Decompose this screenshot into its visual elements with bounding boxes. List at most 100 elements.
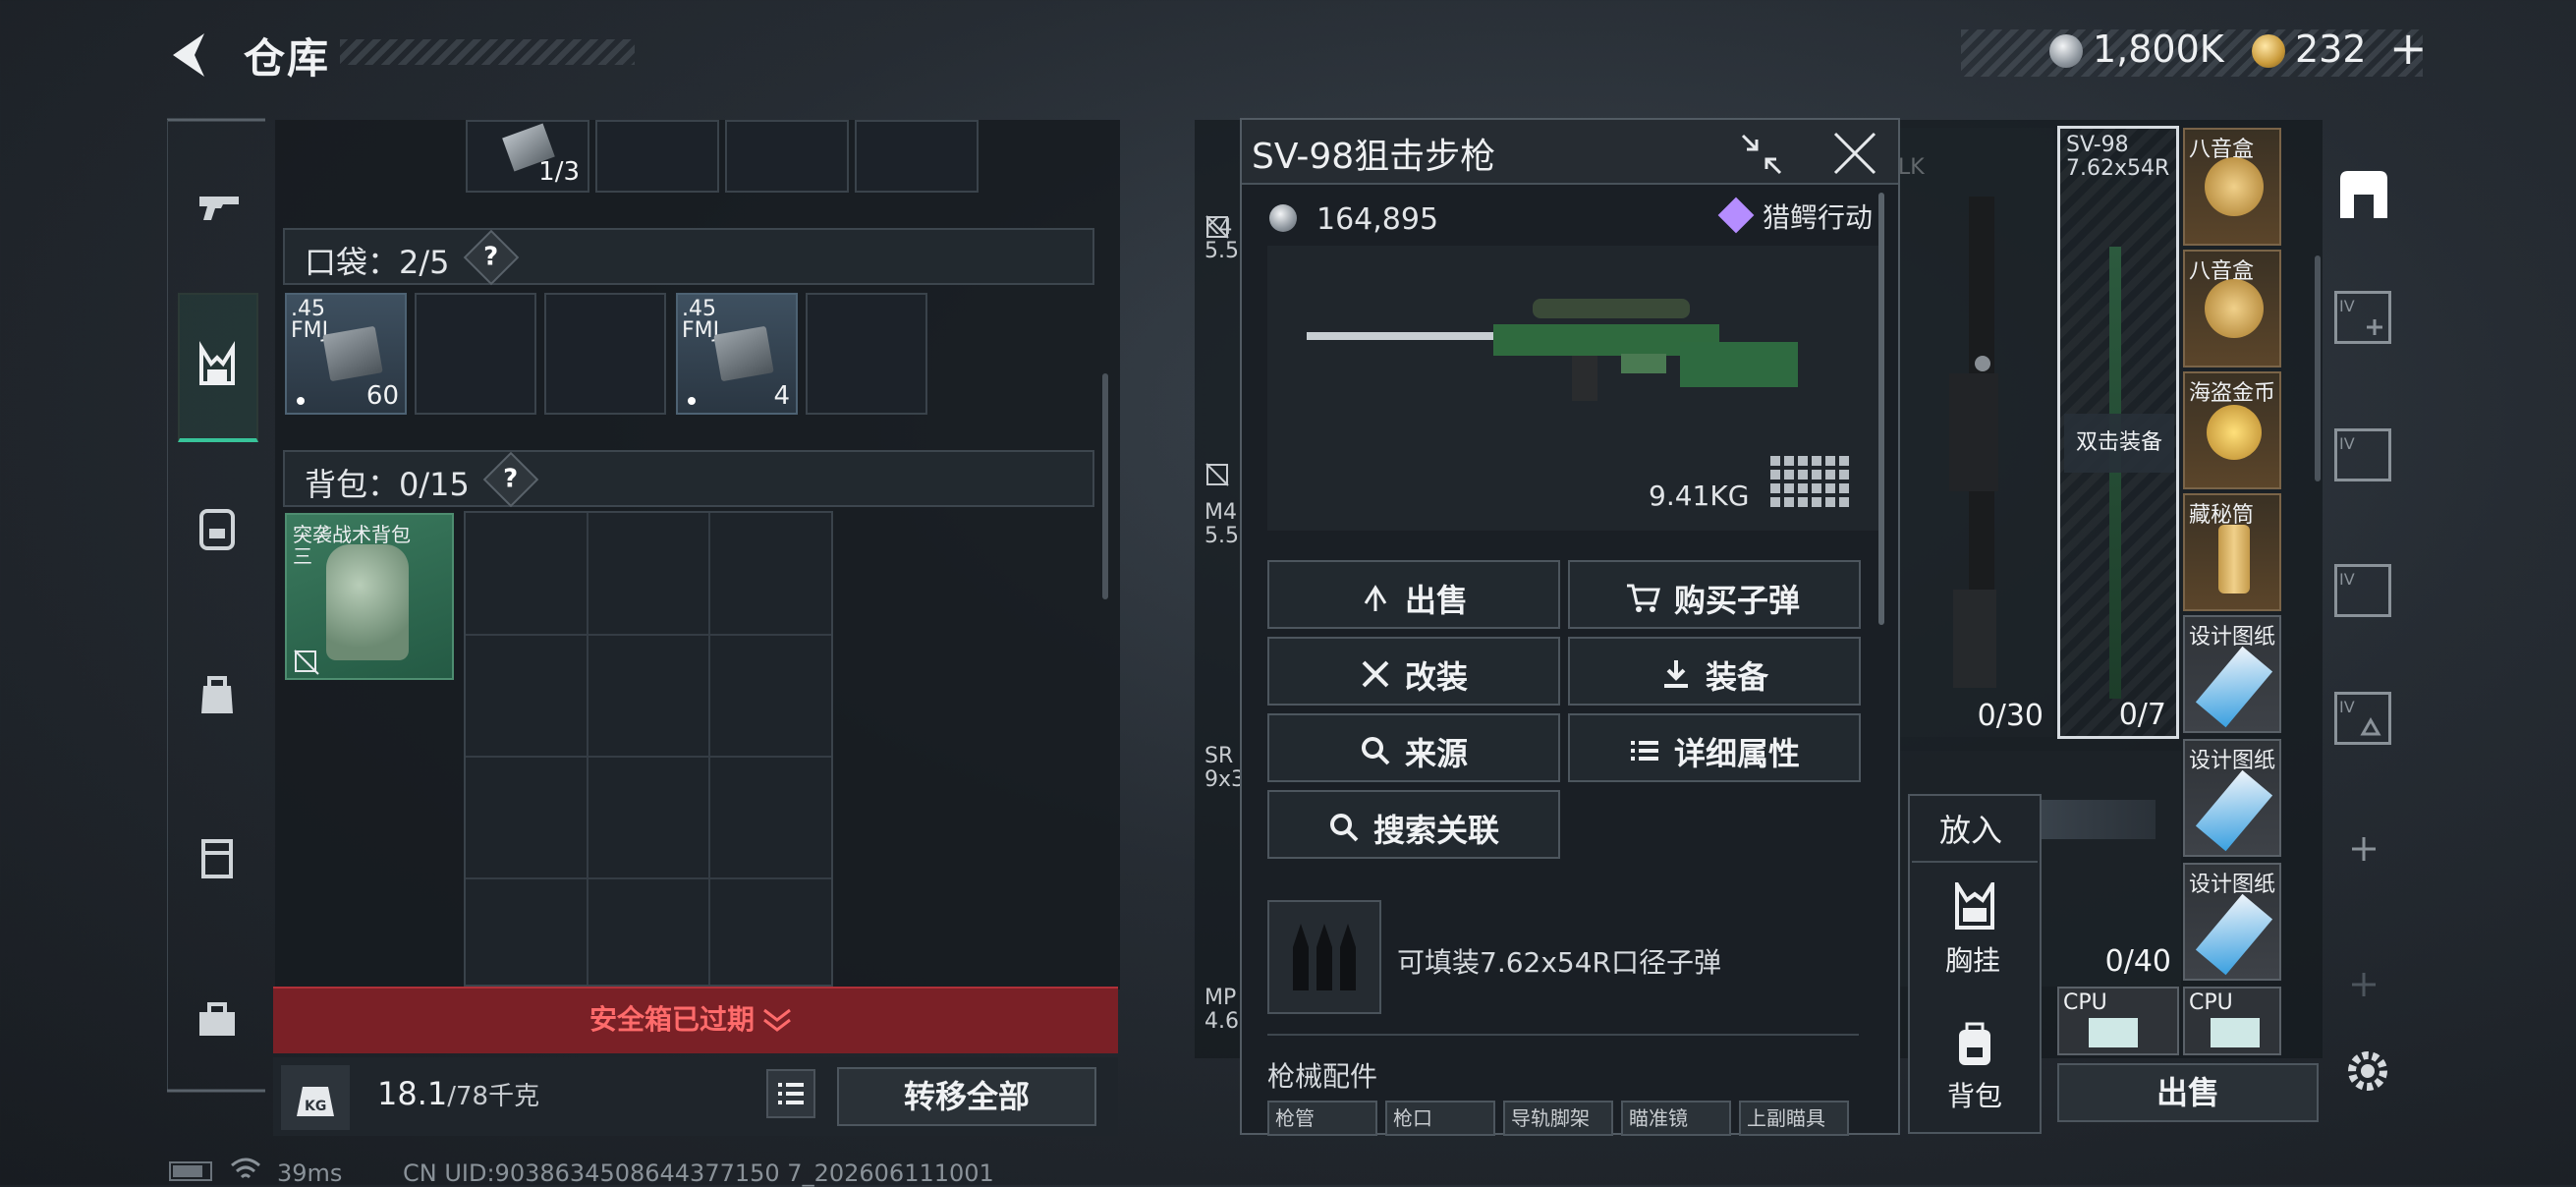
add-tab-icon[interactable] bbox=[2348, 969, 2380, 1000]
stash-tab-2[interactable]: IV bbox=[2334, 428, 2391, 481]
modify-label: 改装 bbox=[1405, 658, 1469, 696]
stash-home-icon[interactable] bbox=[2334, 165, 2393, 224]
put-in-divider bbox=[1912, 861, 2038, 863]
operation-tag: 猎鳄行动 bbox=[1763, 201, 1874, 234]
details-button[interactable]: 详细属性 bbox=[1568, 713, 1861, 782]
stash-scrollbar[interactable] bbox=[2315, 255, 2321, 481]
cryptex-icon bbox=[2218, 525, 2250, 594]
stash-tab-3[interactable]: IV bbox=[2334, 564, 2391, 617]
item-card[interactable]: 八音盒 bbox=[2183, 128, 2281, 246]
cpu-icon bbox=[2211, 1018, 2260, 1047]
pocket-slot-1[interactable]: .45 FMJ 60 bbox=[285, 293, 407, 415]
pistol-icon bbox=[199, 197, 239, 220]
pockets-label: 口袋：2/5 bbox=[305, 244, 450, 281]
modify-button[interactable]: 改装 bbox=[1267, 637, 1560, 706]
equip-button[interactable]: 装备 bbox=[1568, 637, 1861, 706]
item-card[interactable]: 设计图纸 bbox=[2183, 615, 2281, 733]
rail-briefcase-tab[interactable] bbox=[178, 983, 256, 1061]
item-card[interactable]: 八音盒 bbox=[2183, 250, 2281, 367]
transfer-all-button[interactable]: 转移全部 bbox=[837, 1067, 1096, 1126]
uid-text: CN UID:9038634508644377150 7_20260611100… bbox=[403, 1159, 994, 1187]
cpu-icon bbox=[2089, 1018, 2138, 1047]
item-card[interactable]: 藏秘筒 bbox=[2183, 493, 2281, 611]
blueprint-icon bbox=[2195, 646, 2273, 728]
rail-helmet-tab[interactable] bbox=[178, 489, 256, 568]
item-name: 设计图纸 bbox=[2189, 625, 2276, 650]
stash-tab-1[interactable]: IV bbox=[2334, 291, 2391, 344]
unequip-icon bbox=[1205, 463, 1229, 486]
item-card[interactable]: 设计图纸 bbox=[2183, 863, 2281, 981]
inventory-scrollbar[interactable] bbox=[1102, 373, 1108, 599]
search-related-button[interactable]: 搜索关联 bbox=[1267, 790, 1560, 859]
backpack-grid[interactable] bbox=[464, 511, 833, 987]
grid-slot[interactable] bbox=[595, 120, 719, 193]
wifi-icon bbox=[231, 1158, 260, 1179]
back-button[interactable] bbox=[165, 29, 212, 81]
pocket-slot-2[interactable] bbox=[415, 293, 536, 415]
svg-text:IV: IV bbox=[2339, 297, 2355, 315]
source-button[interactable]: 来源 bbox=[1267, 713, 1560, 782]
rail-case-tab[interactable] bbox=[178, 818, 256, 896]
stash-partial-label: MP 4.6 bbox=[1204, 987, 1239, 1034]
attachment-tab-barrel[interactable]: 枪管 bbox=[1267, 1101, 1377, 1136]
silver-coin-icon bbox=[2049, 34, 2083, 68]
rail-chest-rig-tab[interactable] bbox=[178, 328, 256, 407]
item-card[interactable]: 设计图纸 bbox=[2183, 739, 2281, 857]
gear-icon[interactable] bbox=[2342, 1046, 2393, 1097]
grid-slot[interactable] bbox=[855, 120, 979, 193]
attachment-tab-rail[interactable]: 导轨脚架 bbox=[1503, 1101, 1613, 1136]
backpack-grid-lines bbox=[466, 513, 831, 985]
weapon-slot-primary[interactable]: 0/30 bbox=[1900, 128, 2053, 737]
list-icon bbox=[778, 1083, 804, 1104]
sell-item-button[interactable]: 出售 bbox=[1267, 560, 1560, 629]
blueprint-icon bbox=[2195, 893, 2273, 976]
rail-backpack-tab[interactable] bbox=[178, 656, 256, 735]
weight-icon: KG bbox=[281, 1065, 350, 1130]
grid-slot[interactable]: 1/3 bbox=[466, 120, 589, 193]
weapon-slot-sv98[interactable]: SV-98 7.62x54R 双击装备 0/7 bbox=[2057, 126, 2179, 739]
list-view-button[interactable] bbox=[766, 1069, 815, 1118]
triangle-box-icon: IV bbox=[2339, 698, 2381, 736]
attachment-tab-muzzle[interactable]: 枪口 bbox=[1385, 1101, 1495, 1136]
item-card[interactable]: CPU bbox=[2183, 987, 2281, 1055]
sell-button[interactable]: 出售 bbox=[2057, 1063, 2319, 1122]
pirate-coin-icon bbox=[2207, 405, 2262, 460]
stash-tab-4[interactable]: IV bbox=[2334, 692, 2391, 745]
bag-icon bbox=[201, 676, 233, 713]
sell-item-label: 出售 bbox=[1405, 582, 1469, 619]
stash-partial-label: SR 9x3 bbox=[1204, 745, 1245, 792]
item-card[interactable]: CPU bbox=[2057, 987, 2179, 1055]
pocket-slot-5[interactable] bbox=[806, 293, 927, 415]
collapse-icon[interactable] bbox=[1739, 132, 1784, 177]
add-tab-icon[interactable] bbox=[2348, 833, 2380, 865]
add-currency-button[interactable]: + bbox=[2389, 22, 2428, 75]
attachment-tab-sub-sight[interactable]: 上副瞄具 bbox=[1739, 1101, 1849, 1136]
svg-text:IV: IV bbox=[2339, 698, 2355, 716]
add-box-icon: IV bbox=[2339, 297, 2382, 335]
item-name: 设计图纸 bbox=[2189, 873, 2276, 897]
backpack-equipped-slot[interactable]: 突袭战术背包 三 bbox=[285, 513, 454, 680]
ammo-description: 可填装7.62x54R口径子弹 bbox=[1397, 946, 1721, 979]
bullets-icon bbox=[1293, 924, 1356, 990]
put-in-title: 放入 bbox=[1939, 812, 2003, 849]
grid-slot[interactable] bbox=[725, 120, 849, 193]
close-icon[interactable] bbox=[1829, 128, 1880, 179]
partial-label: 5.5 bbox=[1204, 524, 1239, 548]
item-card[interactable]: 海盗金币 bbox=[2183, 371, 2281, 489]
pocket-slot-4[interactable]: .45 FMJ 4 bbox=[676, 293, 798, 415]
ammo-count: 60 bbox=[365, 381, 399, 411]
popup-scrollbar[interactable] bbox=[1878, 193, 1884, 625]
item-name: CPU bbox=[2189, 990, 2233, 1015]
help-glyph: ? bbox=[503, 465, 519, 494]
weight-max: /78千克 bbox=[447, 1082, 540, 1111]
pocket-slot-3[interactable] bbox=[544, 293, 666, 415]
rail-weapon-tab[interactable] bbox=[178, 169, 256, 248]
attachment-tab-scope[interactable]: 瞄准镜 bbox=[1621, 1101, 1731, 1136]
sv98-name: SV-98 bbox=[2066, 133, 2129, 157]
ammo-type-slot[interactable] bbox=[1267, 900, 1381, 1014]
buy-ammo-button[interactable]: 购买子弹 bbox=[1568, 560, 1861, 629]
wrench-icon bbox=[1362, 660, 1389, 688]
category-rail bbox=[167, 118, 267, 1101]
battery-icon bbox=[169, 1161, 212, 1181]
put-in-chest-rig-label: 胸挂 bbox=[1945, 944, 2001, 977]
